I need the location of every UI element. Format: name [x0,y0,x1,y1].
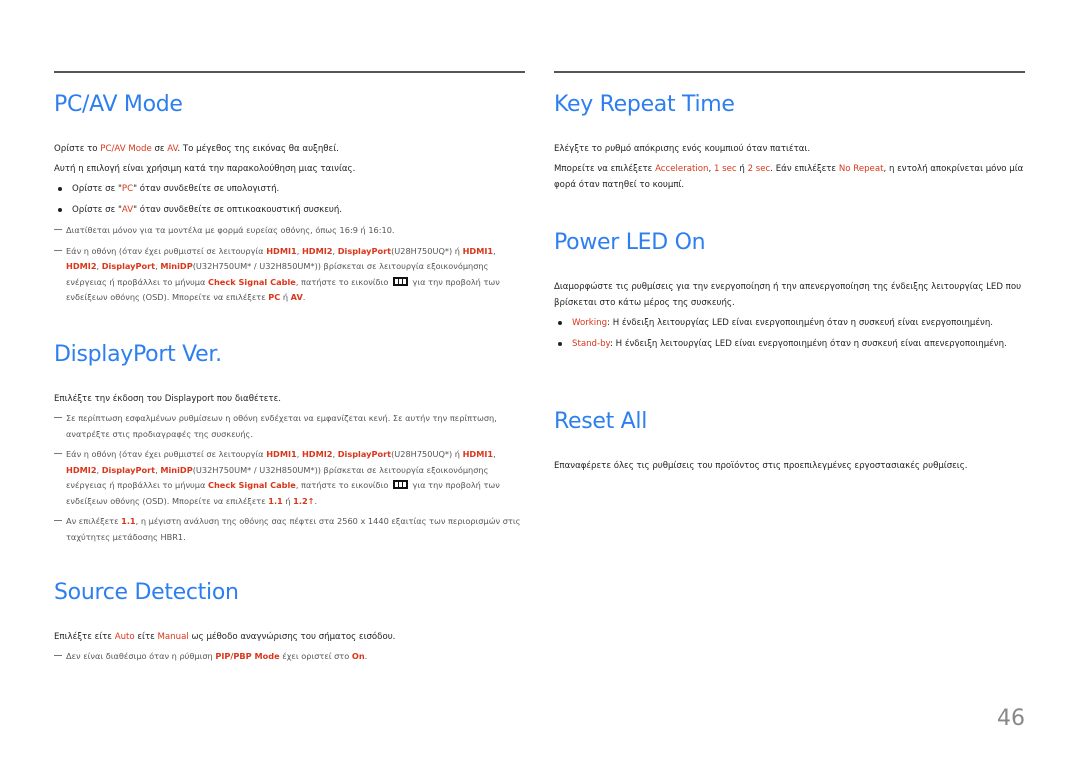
highlight-term: PC/AV Mode [100,144,152,154]
note: Αν επιλέξετε 1.1, η μέγιστη ανάλυση της … [54,514,525,545]
top-rule [554,71,1025,73]
paragraph: Διαμορφώστε τις ρυθμίσεις για την ενεργο… [554,282,1022,308]
paragraph: Ελέγξτε το ρυθμό απόκρισης ενός κουμπιού… [554,144,811,154]
note-dash-icon [54,249,62,251]
paragraph: Μπορείτε να επιλέξετε Acceleration, 1 se… [554,164,1024,190]
section-title: Key Repeat Time [554,92,735,117]
list-item: Ορίστε σε "AV" όταν συνδεθείτε σε οπτικο… [54,202,525,218]
note-dash-icon [54,453,62,454]
highlight-term: No Repeat [838,164,884,174]
note: Δεν είναι διαθέσιμο όταν η ρύθμιση PIP/P… [54,649,525,665]
note-dash-icon [54,417,62,418]
highlight-term: Auto [114,632,135,642]
note-dash-icon [54,520,62,521]
paragraph: Επαναφέρετε όλες τις ρυθμίσεις του προϊό… [554,461,968,471]
section-title: Power LED On [554,230,706,255]
page-number: 46 [997,706,1025,731]
note: Εάν η οθόνη (όταν έχει ρυθμιστεί σε λειτ… [54,244,525,306]
paragraph: Επιλέξτε είτε Auto είτε Manual ως μέθοδο… [54,632,396,642]
highlight-term: Acceleration [655,164,709,174]
note-dash-icon [54,229,62,230]
menu-icon [392,276,408,286]
right-column: Key Repeat Time Ελέγξτε το ρυθμό απόκρισ… [554,71,1025,471]
section-title: Source Detection [54,580,239,605]
highlight-term: Manual [157,632,189,642]
highlight-term: PC [121,184,134,194]
highlight-term: 2 sec [747,164,771,174]
section-power-led-on: Power LED On Διαμορφώστε τις ρυθμίσεις γ… [554,229,1025,357]
note: Εάν η οθόνη (όταν έχει ρυθμιστεί σε λειτ… [54,447,525,509]
section-pc-av-mode: PC/AV Mode Ορίστε το PC/AV Mode σε AV. Τ… [54,91,525,311]
bullet-list: Ορίστε σε "PC" όταν συνδεθείτε σε υπολογ… [54,181,525,218]
note-dash-icon [54,655,62,656]
section-title: PC/AV Mode [54,92,183,117]
section-title: Reset All [554,409,648,434]
highlight-term: Working [572,318,608,328]
left-column: PC/AV Mode Ορίστε το PC/AV Mode σε AV. Τ… [54,71,525,661]
highlight-term: AV [167,144,178,154]
list-item: Working: Η ένδειξη λειτουργίας LED είναι… [554,315,1025,331]
bullet-list: Working: Η ένδειξη λειτουργίας LED είναι… [554,315,1025,352]
highlight-term: AV [121,205,134,215]
section-title: DisplayPort Ver. [54,342,222,367]
note: Σε περίπτωση εσφαλμένων ρυθμίσεων η οθόν… [54,411,525,442]
section-displayport-ver: DisplayPort Ver. Επιλέξτε την έκδοση του… [54,341,525,550]
highlight-term: 1 sec [713,164,737,174]
menu-icon [392,480,408,489]
section-reset-all: Reset All Επαναφέρετε όλες τις ρυθμίσεις… [554,408,1025,478]
section-key-repeat-time: Key Repeat Time Ελέγξτε το ρυθμό απόκρισ… [554,91,1025,197]
highlight-term: Stand-by [572,339,611,349]
paragraph: Αυτή η επιλογή είναι χρήσιμη κατά την πα… [54,164,356,174]
top-rule [54,71,525,73]
list-item: Ορίστε σε "PC" όταν συνδεθείτε σε υπολογ… [54,181,525,197]
list-item: Stand-by: Η ένδειξη λειτουργίας LED είνα… [554,336,1025,352]
paragraph: Ορίστε το PC/AV Mode σε AV. Το μέγεθος τ… [54,144,339,154]
paragraph: Επιλέξτε την έκδοση του Displayport που … [54,394,281,404]
section-source-detection: Source Detection Επιλέξτε είτε Auto είτε… [54,579,525,670]
note: Διατίθεται μόνον για τα μοντέλα με φορμά… [54,223,525,239]
